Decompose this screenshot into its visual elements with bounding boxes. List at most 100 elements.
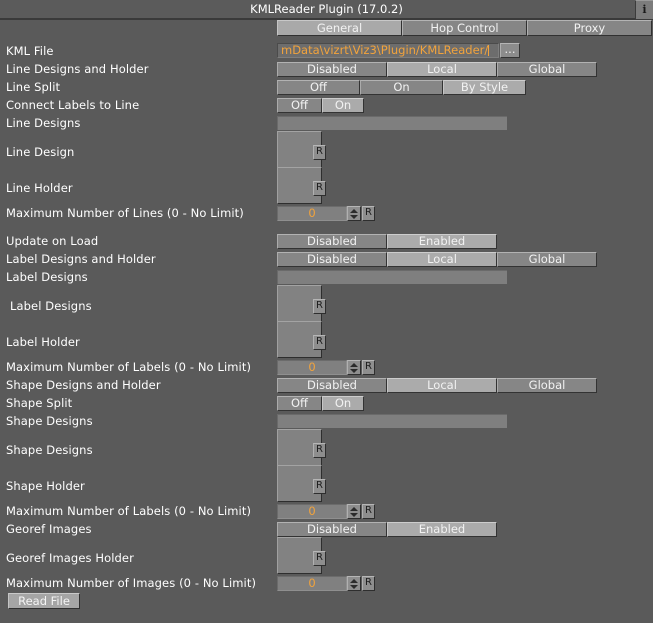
max-labels-reset-button[interactable]: R [362,360,375,375]
row-kml-file: KML File mData\vizrt\Viz3\Plugin/KMLRead… [0,41,653,59]
max-lines-stepper[interactable] [347,206,361,221]
label-line-split: Line Split [6,80,61,94]
row-update-on-load: Update on Load Disabled Enabled [0,231,653,249]
max-images-input[interactable]: 0 [277,576,347,591]
seg-shape-designs-global[interactable]: Global [497,378,597,393]
row-label-designs: Label Designs R [0,285,653,322]
row-line-designs-bar: Line Designs [0,113,653,131]
row-max-shape-labels: Maximum Number of Labels (0 - No Limit) … [0,501,653,519]
seg-label-designs-global[interactable]: Global [497,252,597,267]
row-line-split: Line Split Off On By Style [0,77,653,95]
stepper-down-icon[interactable] [350,513,358,517]
seg-update-on-load-disabled[interactable]: Disabled [277,234,387,249]
label-label-designs-and-holder: Label Designs and Holder [6,252,156,266]
label-shape-designs-bar: Shape Designs [6,414,93,428]
seg-shape-designs-disabled[interactable]: Disabled [277,378,387,393]
shape-designs-list[interactable] [277,414,507,428]
max-shape-labels-input[interactable]: 0 [277,504,347,519]
label-georef-images-holder: Georef Images Holder [6,551,134,565]
max-images-reset-button[interactable]: R [362,576,375,591]
stepper-up-icon[interactable] [350,507,358,511]
seg-line-designs-local[interactable]: Local [387,62,497,77]
label-holder-reset-button[interactable]: R [313,335,326,350]
tab-general[interactable]: General [277,20,402,36]
label-line-designs-bar: Line Designs [6,116,81,130]
max-lines-reset-button[interactable]: R [362,206,375,221]
kml-file-value: mData\vizrt\Viz3\Plugin/KMLReader/ [281,43,489,57]
seg-label-designs-disabled[interactable]: Disabled [277,252,387,267]
label-kml-file: KML File [6,44,54,58]
seg-line-split-on[interactable]: On [360,80,443,95]
seg-connect-labels-on[interactable]: On [322,98,364,113]
seg-shape-designs-local[interactable]: Local [387,378,497,393]
seg-georef-images-disabled[interactable]: Disabled [277,522,387,537]
tab-proxy[interactable]: Proxy [527,20,652,36]
stepper-down-icon[interactable] [350,585,358,589]
label-shape-designs: Shape Designs [6,443,93,457]
seg-shape-split-on[interactable]: On [322,396,364,411]
georef-images-holder-reset-button[interactable]: R [313,551,326,566]
line-design-reset-button[interactable]: R [313,145,326,160]
tab-hop-control[interactable]: Hop Control [402,20,527,36]
row-label-designs-and-holder: Label Designs and Holder Disabled Local … [0,249,653,267]
row-shape-designs-and-holder: Shape Designs and Holder Disabled Local … [0,375,653,393]
stepper-up-icon[interactable] [350,579,358,583]
label-line-designs-and-holder: Line Designs and Holder [6,62,149,76]
row-georef-images-holder: Georef Images Holder R [0,537,653,574]
label-line-design: Line Design [6,145,75,159]
max-shape-labels-reset-button[interactable]: R [362,504,375,519]
max-labels-input[interactable]: 0 [277,360,347,375]
seg-line-split-off[interactable]: Off [277,80,360,95]
label-designs-reset-button[interactable]: R [313,299,326,314]
row-connect-labels-to-line: Connect Labels to Line Off On [0,95,653,113]
max-images-stepper[interactable] [347,576,361,591]
row-shape-designs-bar: Shape Designs [0,411,653,429]
label-max-images: Maximum Number of Images (0 - No Limit) [6,576,257,590]
max-shape-labels-stepper[interactable] [347,504,361,519]
label-georef-images: Georef Images [6,522,92,536]
row-shape-designs: Shape Designs R [0,429,653,466]
max-lines-input[interactable]: 0 [277,206,347,221]
label-max-shape-labels: Maximum Number of Labels (0 - No Limit) [6,504,252,518]
row-label-holder: Label Holder R [0,321,653,358]
label-label-designs-bar: Label Designs [6,270,88,284]
row-max-images: Maximum Number of Images (0 - No Limit) … [0,573,653,591]
seg-line-split-by-style[interactable]: By Style [443,80,526,95]
label-designs-list[interactable] [277,270,507,284]
row-georef-images: Georef Images Disabled Enabled [0,519,653,537]
label-line-holder: Line Holder [6,181,73,195]
label-shape-holder: Shape Holder [6,479,85,493]
seg-shape-split-off[interactable]: Off [277,396,322,411]
window-titlebar: KMLReader Plugin (17.0.2) i [0,0,653,20]
stepper-up-icon[interactable] [350,209,358,213]
shape-designs-reset-button[interactable]: R [313,443,326,458]
label-shape-designs-and-holder: Shape Designs and Holder [6,378,161,392]
read-file-button[interactable]: Read File [8,593,80,609]
label-label-designs: Label Designs [10,299,92,313]
stepper-up-icon[interactable] [350,363,358,367]
label-label-holder: Label Holder [6,335,80,349]
stepper-down-icon[interactable] [350,369,358,373]
kml-file-input[interactable]: mData\vizrt\Viz3\Plugin/KMLReader/ [277,43,499,58]
seg-line-designs-global[interactable]: Global [497,62,597,77]
max-labels-stepper[interactable] [347,360,361,375]
window-title: KMLReader Plugin (17.0.2) [250,2,403,16]
seg-update-on-load-enabled[interactable]: Enabled [387,234,497,249]
seg-label-designs-local[interactable]: Local [387,252,497,267]
plugin-panel: General Hop Control Proxy KML File mData… [0,20,653,623]
browse-button[interactable]: ... [500,43,520,58]
row-max-labels: Maximum Number of Labels (0 - No Limit) … [0,357,653,375]
seg-georef-images-enabled[interactable]: Enabled [387,522,497,537]
seg-line-designs-disabled[interactable]: Disabled [277,62,387,77]
stepper-down-icon[interactable] [350,215,358,219]
label-update-on-load: Update on Load [6,234,99,248]
line-designs-list[interactable] [277,116,507,130]
seg-connect-labels-off[interactable]: Off [277,98,322,113]
line-holder-reset-button[interactable]: R [313,181,326,196]
row-line-design: Line Design R [0,131,653,168]
row-max-lines: Maximum Number of Lines (0 - No Limit) 0… [0,203,653,221]
label-connect-labels-to-line: Connect Labels to Line [6,98,140,112]
info-icon[interactable]: i [635,0,653,19]
label-max-labels: Maximum Number of Labels (0 - No Limit) [6,360,252,374]
shape-holder-reset-button[interactable]: R [313,479,326,494]
